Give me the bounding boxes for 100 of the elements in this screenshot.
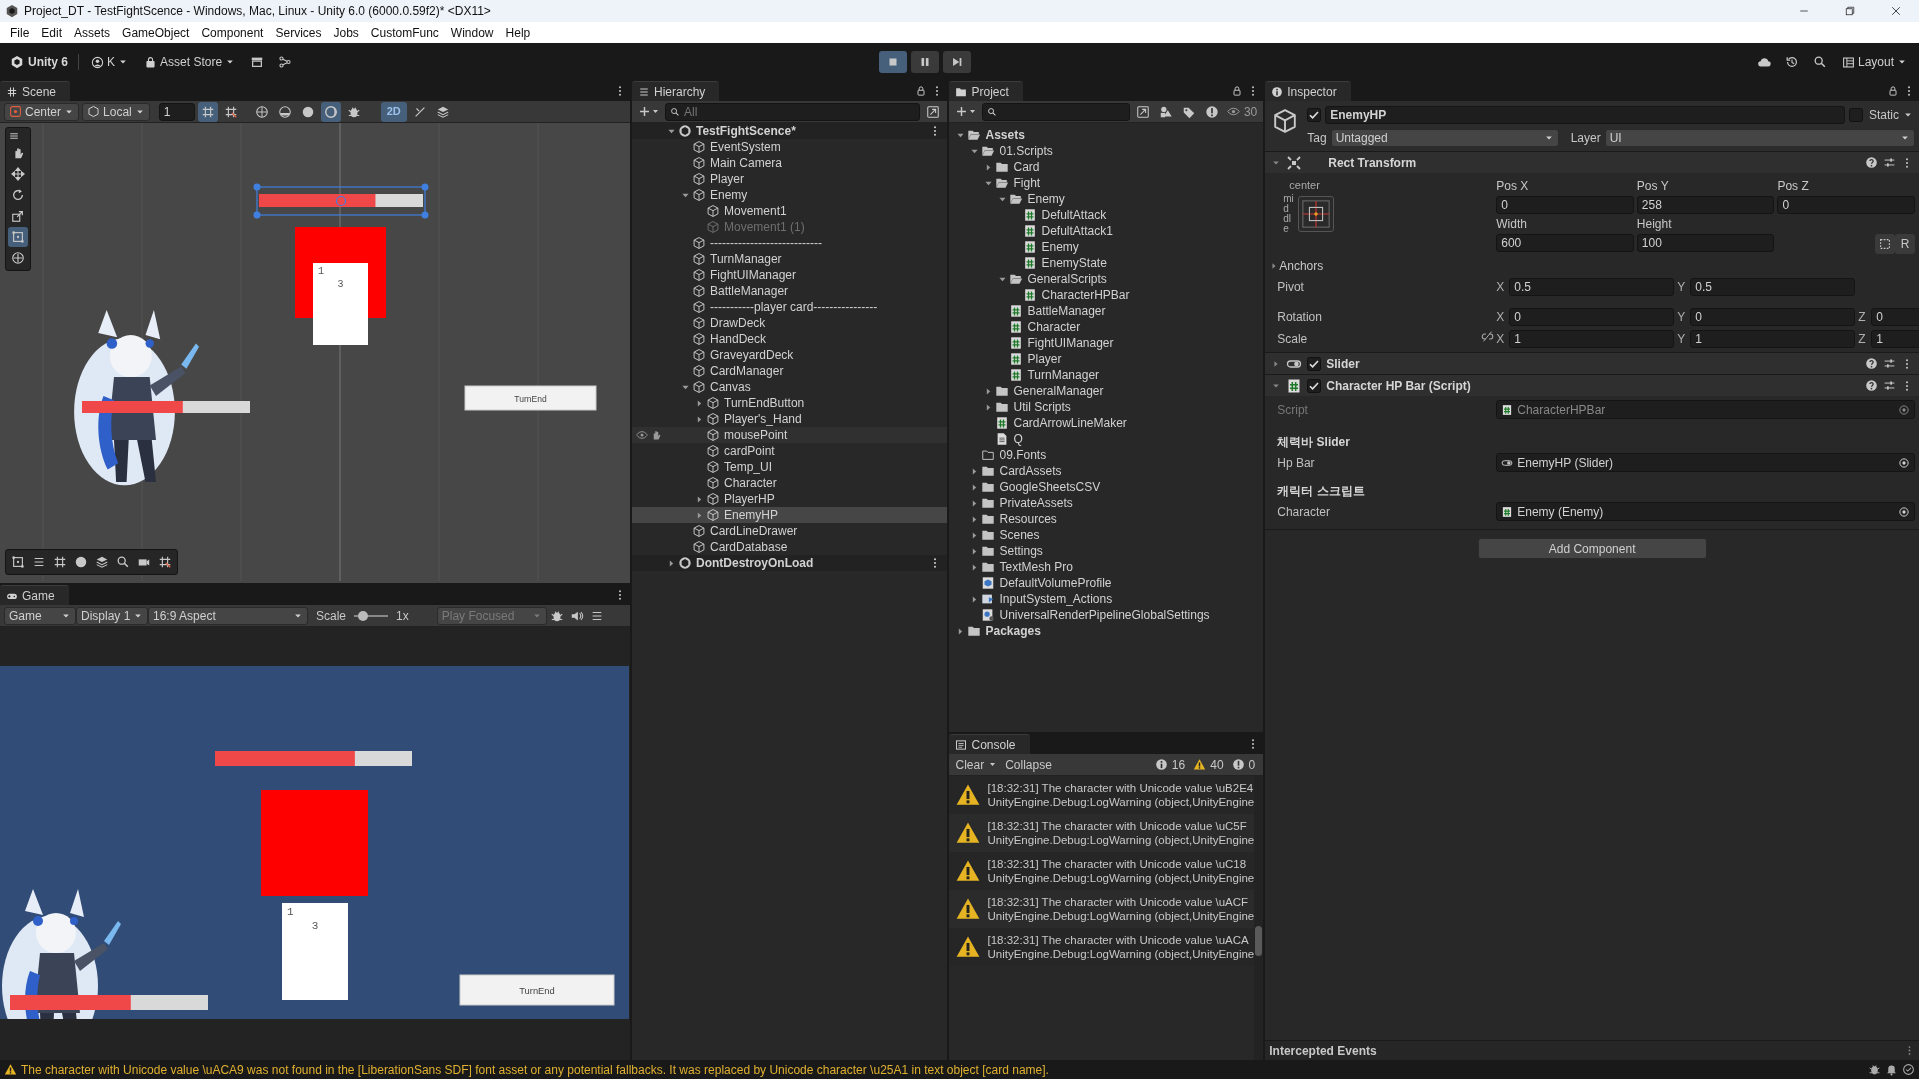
hierarchy-row[interactable]: Movement1 xyxy=(632,203,948,219)
panel-tab[interactable]: Project xyxy=(949,81,1023,101)
status-message[interactable]: The character with Unicode value \uACA9 was not found in the [LiberationSans SDF] font asset or any potential fallbacks. It was replaced by Unicode character \u25A1 in text object [card name]. xyxy=(21,1060,1864,1079)
number-field[interactable]: 1 xyxy=(1509,330,1675,348)
warning-count-button[interactable]: 40 xyxy=(1189,754,1228,775)
hierarchy-row[interactable]: Temp_UI xyxy=(632,459,948,475)
layer-dropdown[interactable]: UI xyxy=(1604,129,1915,147)
number-field[interactable]: 600 xyxy=(1496,234,1634,252)
asset-name[interactable]: CardArrowLineMaker xyxy=(1013,414,1127,432)
asset-name[interactable]: Character xyxy=(1027,318,1081,336)
asset-name[interactable]: 09.Fonts xyxy=(999,446,1047,464)
asset-name[interactable]: Settings xyxy=(999,542,1043,560)
clear-button[interactable]: Clear xyxy=(953,754,987,775)
number-field[interactable]: 0 xyxy=(1690,308,1856,326)
asset-name[interactable]: Player xyxy=(1027,350,1062,368)
hierarchy-row[interactable]: mousePoint xyxy=(632,427,948,443)
layout-dropdown[interactable]: Layout xyxy=(1837,53,1911,71)
asset-name[interactable]: Fight xyxy=(1013,174,1041,192)
hierarchy-row[interactable]: CardManager xyxy=(632,363,948,379)
hierarchy-row[interactable]: -----------player card---------------- xyxy=(632,299,948,315)
hierarchy-row[interactable]: ---------------------------- xyxy=(632,235,948,251)
menu-item[interactable]: Services xyxy=(269,23,328,42)
tag-dropdown[interactable]: Untagged xyxy=(1330,129,1559,147)
number-field[interactable]: 1 xyxy=(1871,330,1919,348)
asset-name[interactable]: Enemy xyxy=(1027,190,1065,208)
asset-name[interactable]: TurnManager xyxy=(1027,366,1100,384)
asset-name[interactable]: Scenes xyxy=(999,526,1040,544)
hierarchy-row[interactable]: CardLineDrawer xyxy=(632,523,948,539)
account-dropdown[interactable]: K xyxy=(87,53,133,71)
hierarchy-row[interactable]: FightUIManager xyxy=(632,267,948,283)
menu-item[interactable]: Component xyxy=(195,23,270,42)
hierarchy-row[interactable]: CardDatabase xyxy=(632,539,948,555)
hierarchy-row[interactable]: EventSystem xyxy=(632,139,948,155)
asset-store-dropdown[interactable]: Asset Store xyxy=(140,53,240,71)
asset-name[interactable]: DefultAttack xyxy=(1041,206,1107,224)
raw-edit-button[interactable]: R xyxy=(1895,234,1915,254)
number-field[interactable]: 1 xyxy=(1690,330,1856,348)
asset-name[interactable]: UniversalRenderPipelineGlobalSettings xyxy=(999,606,1210,624)
panel-tab[interactable]: Console xyxy=(949,734,1030,754)
info-count-button[interactable]: 16 xyxy=(1150,754,1190,775)
hierarchy-row[interactable]: DrawDeck xyxy=(632,315,948,331)
add-component-button[interactable]: Add Component xyxy=(1477,538,1707,559)
asset-name[interactable]: TextMesh Pro xyxy=(999,558,1073,576)
asset-name[interactable]: EnemyState xyxy=(1041,254,1107,272)
number-field[interactable]: 258 xyxy=(1636,196,1775,214)
search-field[interactable]: All xyxy=(665,102,921,121)
asset-name[interactable]: Q xyxy=(1013,430,1023,448)
hierarchy-row[interactable]: cardPoint xyxy=(632,443,948,459)
hidden-packages-button[interactable]: 30 xyxy=(1224,101,1260,122)
space-dropdown[interactable]: Local xyxy=(82,102,150,121)
panel-tab[interactable]: Scene xyxy=(0,81,71,101)
number-field[interactable]: 0 xyxy=(1777,196,1915,214)
asset-name[interactable]: CharacterHPBar xyxy=(1041,286,1130,304)
number-field[interactable]: 0.5 xyxy=(1509,278,1675,296)
hierarchy-row[interactable]: TestFightScence* xyxy=(632,123,948,139)
asset-name[interactable]: DefaultVolumeProfile xyxy=(999,574,1112,592)
panel-tab[interactable]: Game xyxy=(0,585,69,605)
asset-name[interactable]: Card xyxy=(1013,158,1040,176)
panel-tab[interactable]: Inspector xyxy=(1265,81,1351,101)
game-mode-dropdown[interactable]: Game xyxy=(4,606,76,625)
asset-name[interactable]: Resources xyxy=(999,510,1057,528)
asset-name[interactable]: GeneralManager xyxy=(1013,382,1104,400)
number-field[interactable]: 0 xyxy=(1496,196,1634,214)
hierarchy-row[interactable]: PlayerHP xyxy=(632,491,948,507)
asset-name[interactable]: GeneralScripts xyxy=(1027,270,1107,288)
hierarchy-row[interactable]: Character xyxy=(632,475,948,491)
hierarchy-row[interactable]: TurnEndButton xyxy=(632,395,948,411)
foldout-label[interactable]: Anchors xyxy=(1279,257,1324,275)
hierarchy-row[interactable]: TurnManager xyxy=(632,251,948,267)
hierarchy-row[interactable]: BattleManager xyxy=(632,283,948,299)
asset-name[interactable]: GoogleSheetsCSV xyxy=(999,478,1101,496)
error-count-button[interactable]: 0 xyxy=(1227,754,1260,775)
asset-name[interactable]: Packages xyxy=(985,622,1041,640)
object-name-field[interactable]: EnemyHP xyxy=(1325,106,1845,124)
object-field[interactable]: Enemy (Enemy) xyxy=(1496,502,1915,521)
menu-item[interactable]: CustomFunc xyxy=(364,23,445,42)
number-field[interactable]: 0 xyxy=(1871,308,1919,326)
aspect-dropdown[interactable]: 16:9 Aspect xyxy=(148,606,308,625)
menu-item[interactable]: Edit xyxy=(35,23,69,42)
object-field[interactable]: EnemyHP (Slider) xyxy=(1496,453,1915,472)
asset-name[interactable]: 01.Scripts xyxy=(999,142,1053,160)
menu-item[interactable]: Help xyxy=(499,23,537,42)
hierarchy-row[interactable]: Main Camera xyxy=(632,155,948,171)
asset-name[interactable]: Enemy xyxy=(1041,238,1079,256)
grid-size-field[interactable]: 1 xyxy=(158,102,195,121)
collapse-button[interactable]: Collapse xyxy=(1003,754,1054,775)
hierarchy-row[interactable]: DontDestroyOnLoad xyxy=(632,555,948,571)
menu-item[interactable]: GameObject xyxy=(116,23,196,42)
menu-item[interactable]: File xyxy=(4,23,36,42)
asset-name[interactable]: CardAssets xyxy=(999,462,1062,480)
asset-name[interactable]: InputSystem_Actions xyxy=(999,590,1113,608)
asset-name[interactable]: DefultAttack1 xyxy=(1041,222,1113,240)
menu-item[interactable]: Jobs xyxy=(327,23,365,42)
number-field[interactable]: 0 xyxy=(1509,308,1675,326)
display-dropdown[interactable]: Display 1 xyxy=(76,606,148,625)
menu-item[interactable]: Window xyxy=(444,23,500,42)
hierarchy-row[interactable]: Player xyxy=(632,171,948,187)
menu-item[interactable]: Assets xyxy=(68,23,117,42)
object-field[interactable]: CharacterHPBar xyxy=(1496,400,1915,419)
asset-name[interactable]: Util Scripts xyxy=(1013,398,1071,416)
